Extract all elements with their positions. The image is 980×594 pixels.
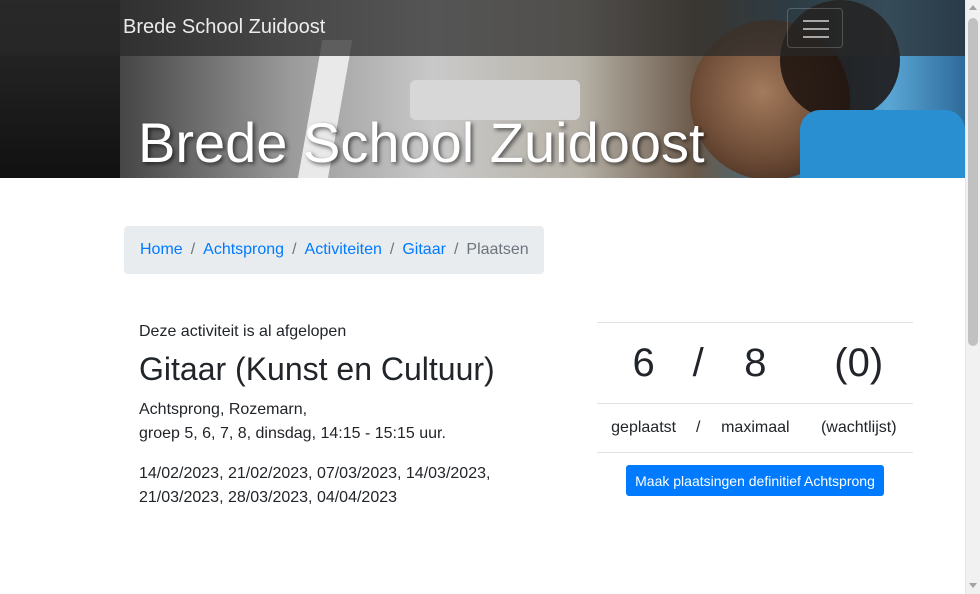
hero-photo-shirt	[800, 110, 965, 178]
vertical-scrollbar[interactable]	[965, 0, 980, 594]
breadcrumb-home[interactable]: Home	[140, 241, 183, 259]
scroll-up-arrow-icon[interactable]	[969, 5, 977, 10]
scrollbar-thumb[interactable]	[968, 18, 978, 346]
activity-title: Gitaar (Kunst en Cultuur)	[139, 351, 495, 387]
placed-label: geplaatst	[597, 403, 691, 453]
breadcrumb: Home / Achtsprong / Activiteiten / Gitaa…	[124, 226, 544, 274]
activity-status: Deze activiteit is al afgelopen	[139, 323, 347, 340]
finalize-placements-button[interactable]: Maak plaatsingen definitief Achtsprong	[626, 465, 884, 496]
breadcrumb-achtsprong[interactable]: Achtsprong	[203, 241, 284, 259]
hamburger-menu-icon	[803, 20, 829, 22]
waitlist-label: (wachtlijst)	[804, 403, 913, 453]
breadcrumb-separator: /	[389, 241, 395, 258]
activity-dates: 14/02/2023, 21/02/2023, 07/03/2023, 14/0…	[139, 462, 559, 510]
activity-info: Deze activiteit is al afgelopen Gitaar (…	[139, 322, 559, 510]
breadcrumb-separator: /	[190, 241, 196, 258]
waitlist-count: (0)	[804, 322, 913, 404]
count-separator: /	[690, 322, 707, 404]
placed-count: 6	[597, 322, 691, 404]
label-separator: /	[690, 403, 707, 453]
breadcrumb-separator: /	[292, 241, 297, 258]
placement-counts-table: 6 / 8 (0) geplaatst / maximaal (wachtlij…	[597, 322, 913, 453]
hero-title: Brede School Zuidoost	[138, 111, 705, 174]
activity-location: Achtsprong, Rozemarn,	[139, 401, 308, 418]
scroll-down-arrow-icon[interactable]	[969, 583, 977, 588]
navbar-brand[interactable]: Brede School Zuidoost	[123, 16, 325, 39]
hamburger-menu-icon	[803, 28, 829, 30]
maximum-count: 8	[706, 322, 805, 404]
hamburger-menu-icon	[803, 36, 829, 38]
activity-details: Achtsprong, Rozemarn, groep 5, 6, 7, 8, …	[139, 398, 559, 446]
breadcrumb-gitaar[interactable]: Gitaar	[402, 241, 446, 259]
counts-values-row: 6 / 8 (0)	[597, 322, 913, 404]
maximum-label: maximaal	[706, 403, 805, 453]
breadcrumb-current-page: Plaatsen	[466, 241, 529, 258]
top-navbar: Brede School Zuidoost	[0, 0, 965, 56]
breadcrumb-separator: /	[453, 241, 459, 258]
breadcrumb-activiteiten[interactable]: Activiteiten	[305, 241, 382, 259]
counts-labels-row: geplaatst / maximaal (wachtlijst)	[597, 403, 913, 453]
navbar-toggle-button[interactable]	[787, 8, 843, 48]
activity-dates-line-1: 14/02/2023, 21/02/2023, 07/03/2023, 14/0…	[139, 465, 491, 482]
activity-dates-line-2: 21/03/2023, 28/03/2023, 04/04/2023	[139, 489, 398, 506]
activity-schedule: groep 5, 6, 7, 8, dinsdag, 14:15 - 15:15…	[139, 425, 446, 442]
